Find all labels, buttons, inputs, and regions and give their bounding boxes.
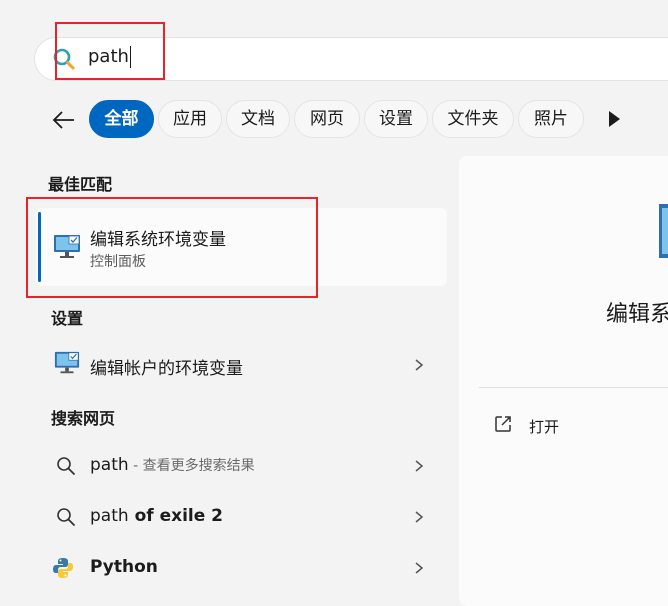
best-match-heading: 最佳匹配 <box>48 175 113 194</box>
filter-chip-apps[interactable]: 应用 <box>158 100 222 138</box>
chevron-right-icon <box>415 359 424 371</box>
filter-chip-photos[interactable]: 照片 <box>518 100 584 138</box>
annotation-box-search <box>55 22 165 80</box>
chevron-right-icon <box>415 511 424 523</box>
preview-panel <box>459 156 668 606</box>
annotation-box-best-match <box>26 197 318 298</box>
web-result-label: path of exile 2 <box>90 506 223 526</box>
web-result-label: path - 查看更多搜索结果 <box>90 455 255 475</box>
preview-divider <box>479 387 668 388</box>
settings-item-label: 编辑帐户的环境变量 <box>90 359 243 379</box>
web-result-query: path <box>90 506 129 526</box>
preview-title: 编辑系统 <box>606 302 668 327</box>
open-external-icon <box>495 416 511 432</box>
more-filters-icon[interactable] <box>609 111 620 127</box>
web-search-heading: 搜索网页 <box>51 409 116 428</box>
open-action[interactable] <box>486 406 668 446</box>
web-result-query: path <box>90 455 129 475</box>
search-icon <box>57 457 75 475</box>
web-result-suffix: - 查看更多搜索结果 <box>128 458 255 474</box>
filter-chip-documents[interactable]: 文档 <box>226 100 290 138</box>
web-result-label: Python <box>90 557 158 577</box>
filter-chip-all[interactable]: 全部 <box>89 100 154 138</box>
back-arrow-icon[interactable] <box>50 106 78 134</box>
filter-chip-folders[interactable]: 文件夹 <box>432 100 514 138</box>
settings-heading: 设置 <box>51 309 84 328</box>
chevron-right-icon <box>415 562 424 574</box>
filter-chip-settings[interactable]: 设置 <box>364 100 428 138</box>
filter-chip-web[interactable]: 网页 <box>294 100 360 138</box>
search-icon <box>57 508 75 526</box>
app-large-icon <box>659 204 668 258</box>
chevron-right-icon <box>415 460 424 472</box>
monitor-settings-icon <box>54 351 80 374</box>
web-result-suffix: of exile 2 <box>128 506 223 526</box>
python-icon <box>53 558 73 578</box>
open-action-label: 打开 <box>529 418 560 436</box>
